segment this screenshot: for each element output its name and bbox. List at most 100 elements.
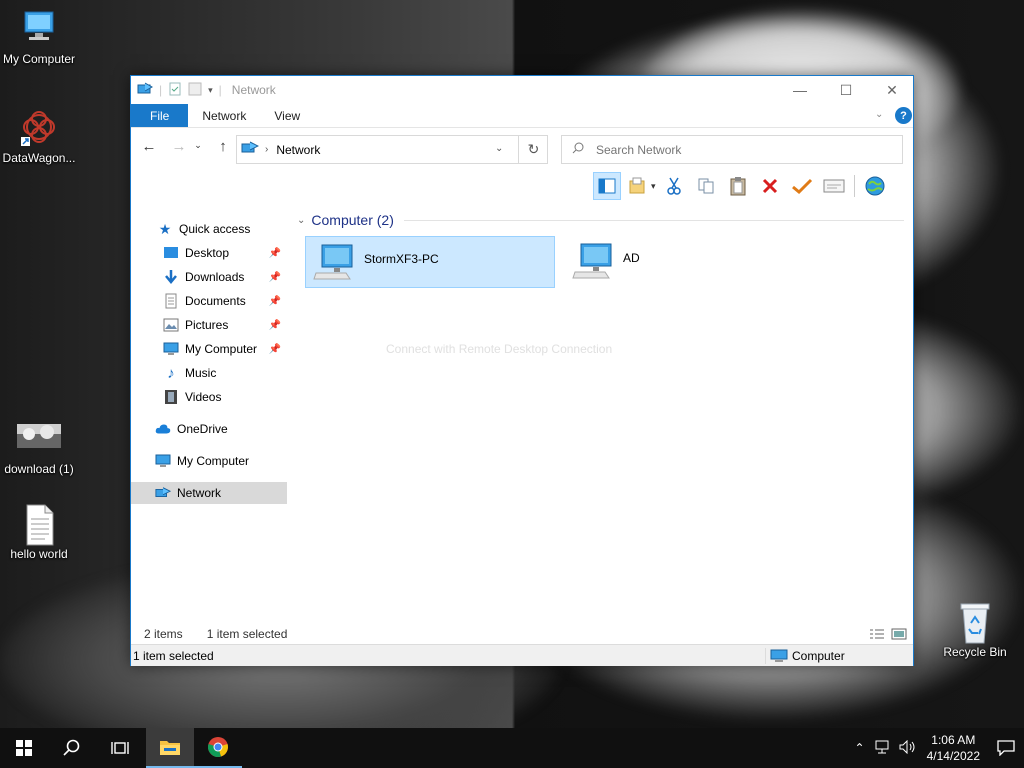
forward-button[interactable]: → (167, 138, 191, 155)
breadcrumb-location[interactable]: Network (276, 143, 320, 157)
task-view-button[interactable] (96, 728, 144, 768)
paste-icon[interactable] (724, 172, 752, 200)
navigation-pane-toggle-icon[interactable] (593, 172, 621, 200)
datawagon-logo-icon (19, 107, 59, 147)
nav-item-music[interactable]: ♪ Music (131, 362, 287, 384)
text-file-icon (19, 503, 59, 546)
network-status-icon[interactable] (875, 740, 891, 757)
nav-item-my-computer-pinned[interactable]: My Computer 📌 (131, 338, 287, 360)
selection-count: 1 item selected (206, 627, 288, 641)
film-strip-icon (163, 389, 179, 405)
group-header[interactable]: ⌄ Computer (2) (297, 212, 904, 228)
delete-icon[interactable] (756, 172, 784, 200)
address-bar[interactable]: › Network ⌄ (236, 135, 548, 164)
network-item-stormxf3-pc[interactable]: StormXF3-PC (305, 236, 555, 288)
cloud-icon (155, 421, 171, 437)
network-icon (137, 82, 154, 99)
network-item-name: StormXF3-PC (364, 252, 439, 266)
nav-item-onedrive[interactable]: OneDrive (131, 418, 287, 440)
item-count: 2 items (144, 627, 183, 641)
new-folder-icon[interactable] (188, 82, 202, 99)
minimize-button[interactable]: — (777, 76, 823, 104)
file-explorer-icon (160, 741, 180, 755)
recycle-bin-icon (955, 601, 995, 644)
maximize-button[interactable]: ☐ (823, 76, 869, 104)
customize-dropdown-icon[interactable]: ▾ (208, 85, 213, 96)
desktop-icon-hello-world[interactable]: hello world (0, 503, 78, 561)
pin-icon: 📌 (268, 247, 281, 259)
breadcrumb-separator-icon: › (265, 144, 269, 155)
new-item-dropdown-icon[interactable]: ▾ (651, 181, 656, 192)
rename-check-icon[interactable] (788, 172, 816, 200)
action-center-button[interactable] (988, 740, 1024, 756)
address-row: ← → ⌄ ↑ › Network ⌄ ↻ (131, 128, 913, 168)
chrome-icon (208, 737, 228, 757)
large-icons-view-icon[interactable] (891, 627, 907, 644)
help-icon[interactable]: ? (895, 107, 912, 124)
computer-icon (770, 649, 788, 662)
desktop-icon-my-computer[interactable]: My Computer (0, 8, 78, 66)
nav-label: My Computer (177, 454, 250, 468)
file-explorer-window: | ▾ | Network — ☐ ✕ File Network View ⌄ … (130, 75, 914, 666)
details-view-icon[interactable] (869, 627, 885, 644)
content-pane: ⌄ Computer (2) StormXF3-PC AD Connect wi… (291, 206, 913, 626)
nav-item-videos[interactable]: Videos (131, 386, 287, 408)
search-button[interactable] (48, 728, 96, 768)
desktop-icon-datawagon[interactable]: DataWagon... (0, 107, 78, 165)
tab-view[interactable]: View (260, 104, 314, 127)
collapse-chevron-icon[interactable]: ⌄ (297, 215, 305, 226)
nav-item-quick-access[interactable]: ★ Quick access (131, 218, 287, 240)
network-computer-icon (571, 242, 615, 285)
clock[interactable]: 1:06 AM 4/14/2022 (927, 732, 980, 764)
nav-item-documents[interactable]: Documents 📌 (131, 290, 287, 312)
back-button[interactable]: ← (137, 138, 161, 155)
window-title: Network (231, 83, 276, 97)
nav-label: Downloads (185, 270, 245, 284)
cut-icon[interactable] (660, 172, 688, 200)
search-input[interactable] (596, 142, 876, 157)
globe-icon[interactable] (861, 172, 889, 200)
recent-locations-button[interactable]: ⌄ (191, 140, 205, 151)
volume-icon[interactable] (899, 739, 917, 757)
nav-item-downloads[interactable]: Downloads 📌 (131, 266, 287, 288)
computer-icon (19, 8, 59, 48)
start-button[interactable] (0, 728, 48, 768)
desktop-icon-download[interactable]: download (1) (0, 418, 78, 476)
address-dropdown-icon[interactable]: ⌄ (495, 143, 503, 154)
properties-icon[interactable] (168, 82, 182, 99)
show-hidden-icons-chevron-icon[interactable]: ⌃ (855, 741, 865, 755)
up-button[interactable]: ↑ (211, 138, 235, 155)
nav-label: Network (177, 486, 222, 500)
network-icon (241, 141, 260, 158)
nav-item-network[interactable]: Network (131, 482, 287, 504)
search-box[interactable] (561, 135, 903, 164)
nav-label: OneDrive (177, 422, 228, 436)
desktop-icon-label: DataWagon... (2, 151, 76, 165)
refresh-button[interactable]: ↻ (518, 135, 548, 164)
tab-network[interactable]: Network (188, 104, 260, 127)
desktop-icon-recycle-bin[interactable]: Recycle Bin (936, 601, 1014, 659)
star-icon: ★ (158, 220, 172, 237)
pin-icon: 📌 (268, 295, 281, 307)
music-note-icon: ♪ (167, 364, 175, 382)
nav-item-my-computer[interactable]: My Computer (131, 450, 287, 472)
search-icon (63, 739, 80, 756)
details-selection: 1 item selected (133, 648, 214, 663)
network-item-ad[interactable]: AD (565, 236, 815, 288)
properties-card-icon[interactable] (820, 172, 848, 200)
taskbar-chrome[interactable] (194, 728, 242, 768)
taskbar-file-explorer[interactable] (146, 728, 194, 768)
taskbar: ⌃ 1:06 AM 4/14/2022 (0, 728, 1024, 768)
nav-item-pictures[interactable]: Pictures 📌 (131, 314, 287, 336)
command-toolbar: ▾ (593, 171, 889, 201)
nav-item-desktop[interactable]: Desktop 📌 (131, 242, 287, 264)
title-bar[interactable]: | ▾ | Network — ☐ ✕ (131, 76, 913, 104)
expand-ribbon-icon[interactable]: ⌄ (875, 109, 883, 120)
status-line: 2 items 1 item selected (131, 624, 913, 644)
new-item-icon[interactable] (625, 172, 653, 200)
image-thumbnail-icon (17, 418, 61, 458)
windows-logo-icon (16, 740, 32, 756)
close-button[interactable]: ✕ (869, 76, 915, 104)
tab-file[interactable]: File (131, 104, 189, 127)
copy-icon[interactable] (692, 172, 720, 200)
